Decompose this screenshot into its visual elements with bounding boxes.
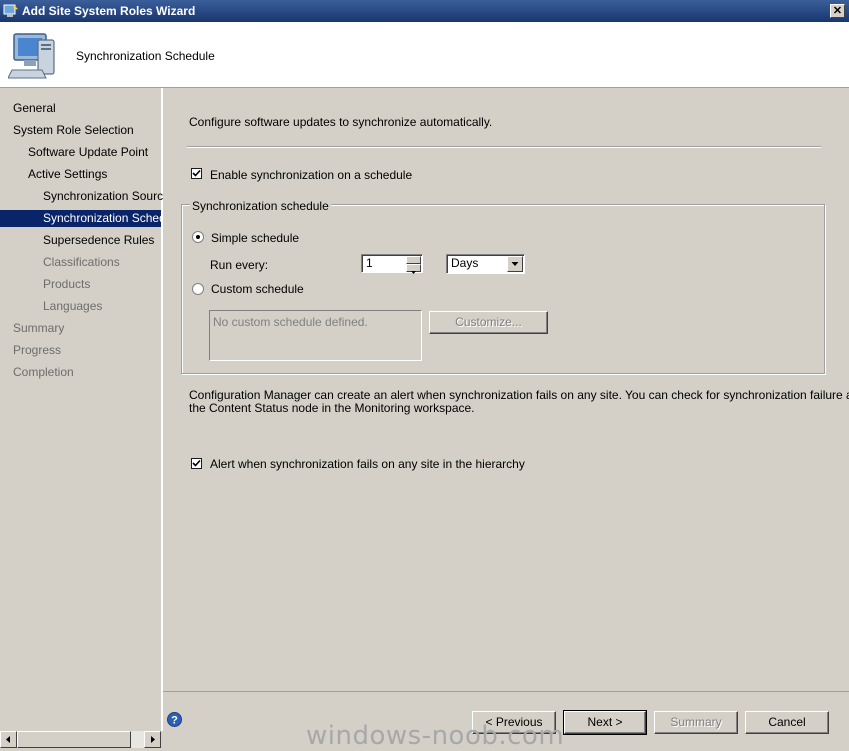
wizard-page: Configure software updates to synchroniz… <box>163 88 849 691</box>
scroll-left-button[interactable] <box>0 731 17 748</box>
enable-schedule-checkbox[interactable] <box>191 168 202 179</box>
nav-item-general[interactable]: General <box>0 100 174 117</box>
arrow-right-icon <box>151 736 155 743</box>
run-every-unit-dropdown[interactable]: Days <box>446 254 525 274</box>
checkmark-icon <box>192 459 201 467</box>
enable-schedule-label[interactable]: Enable synchronization on a schedule <box>210 168 412 182</box>
nav-item-summary: Summary <box>13 321 65 335</box>
customize-button[interactable]: Customize... <box>429 311 548 334</box>
alert-checkbox-label[interactable]: Alert when synchronization fails on any … <box>210 457 525 471</box>
custom-schedule-placeholder: No custom schedule defined. <box>213 315 368 329</box>
close-icon: ✕ <box>832 5 843 17</box>
svg-text:?: ? <box>171 715 178 727</box>
run-every-spinbox[interactable]: 1 <box>361 254 423 274</box>
title-bar: Add Site System Roles Wizard ✕ <box>0 0 849 22</box>
alert-checkbox[interactable] <box>191 458 202 469</box>
alert-info-line1: Configuration Manager can create an aler… <box>189 388 849 402</box>
watermark: windows-noob.com <box>306 721 565 751</box>
alert-info-line2: the Content Status node in the Monitorin… <box>189 401 475 415</box>
nav-item-synchronization-schedule[interactable]: Synchronization Schedule <box>0 210 161 227</box>
intro-text: Configure software updates to synchroniz… <box>189 115 493 129</box>
window-title: Add Site System Roles Wizard <box>22 4 196 18</box>
radio-dot-icon <box>196 235 200 239</box>
wizard-steps-nav: General System Role Selection Software U… <box>0 88 170 731</box>
scroll-right-button[interactable] <box>144 731 161 748</box>
simple-schedule-radio[interactable] <box>192 231 204 243</box>
nav-item-software-update-point[interactable]: Software Update Point <box>0 144 189 161</box>
custom-schedule-box: No custom schedule defined. <box>209 310 422 361</box>
arrow-left-icon <box>6 736 10 743</box>
dropdown-button[interactable] <box>507 256 523 272</box>
wizard-icon <box>3 4 18 17</box>
footer-divider <box>163 691 849 692</box>
chevron-down-icon <box>511 262 519 266</box>
arrow-down-icon <box>411 271 416 274</box>
run-every-unit-value: Days <box>451 256 479 270</box>
run-every-value: 1 <box>366 256 373 270</box>
spin-up-button[interactable] <box>406 256 421 267</box>
simple-schedule-label[interactable]: Simple schedule <box>211 231 299 245</box>
custom-schedule-radio[interactable] <box>192 283 204 295</box>
computer-icon <box>8 33 55 79</box>
run-every-label: Run every: <box>210 258 269 272</box>
custom-schedule-label[interactable]: Custom schedule <box>211 282 304 296</box>
cancel-button[interactable]: Cancel <box>745 711 829 734</box>
nav-item-completion: Completion <box>13 365 74 379</box>
checkmark-icon <box>192 169 201 177</box>
wizard-header: Synchronization Schedule <box>0 22 849 88</box>
next-button[interactable]: Next > <box>563 710 647 735</box>
close-button[interactable]: ✕ <box>830 4 845 18</box>
nav-item-system-role-selection[interactable]: System Role Selection <box>0 122 174 139</box>
spin-down-button[interactable] <box>406 264 421 274</box>
help-icon[interactable]: ? <box>167 712 182 727</box>
summary-button[interactable]: Summary <box>654 711 738 734</box>
nav-item-active-settings[interactable]: Active Settings <box>0 166 189 183</box>
nav-item-progress: Progress <box>13 343 62 357</box>
divider <box>187 146 821 148</box>
group-label: Synchronization schedule <box>190 199 331 213</box>
scroll-thumb[interactable] <box>17 731 131 748</box>
page-title: Synchronization Schedule <box>76 49 215 63</box>
nav-horizontal-scrollbar[interactable] <box>0 731 161 748</box>
